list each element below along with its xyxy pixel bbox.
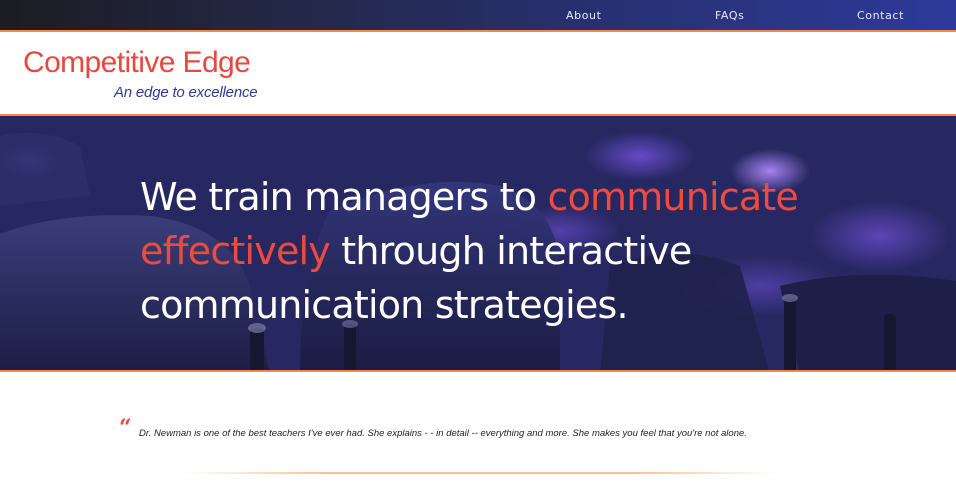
hero-text-part-3: communication strategies. — [140, 283, 629, 327]
section-divider — [180, 472, 780, 474]
hero-text-part-2: through interactive — [329, 229, 692, 273]
quote-mark-icon: “ — [119, 415, 132, 441]
nav-link-about[interactable]: About — [566, 9, 602, 22]
site-tagline: An edge to excellence — [114, 84, 258, 101]
brand-header: Competitive Edge An edge to excellence — [0, 34, 956, 114]
site-logo-title[interactable]: Competitive Edge — [23, 46, 251, 80]
nav-link-contact[interactable]: Contact — [857, 9, 904, 22]
hero-banner: We train managers to communicate effectiv… — [0, 114, 956, 372]
nav-link-faqs[interactable]: FAQs — [715, 9, 744, 22]
hero-headline: We train managers to communicate effectiv… — [140, 170, 820, 332]
top-nav-bar: About FAQs Contact — [0, 0, 956, 32]
testimonial-text: Dr. Newman is one of the best teachers I… — [139, 428, 747, 439]
hero-accent-effectively: effectively — [140, 229, 331, 273]
hero-accent-communicate: communicate — [547, 175, 798, 219]
hero-text-part-1: We train managers to — [140, 175, 548, 219]
